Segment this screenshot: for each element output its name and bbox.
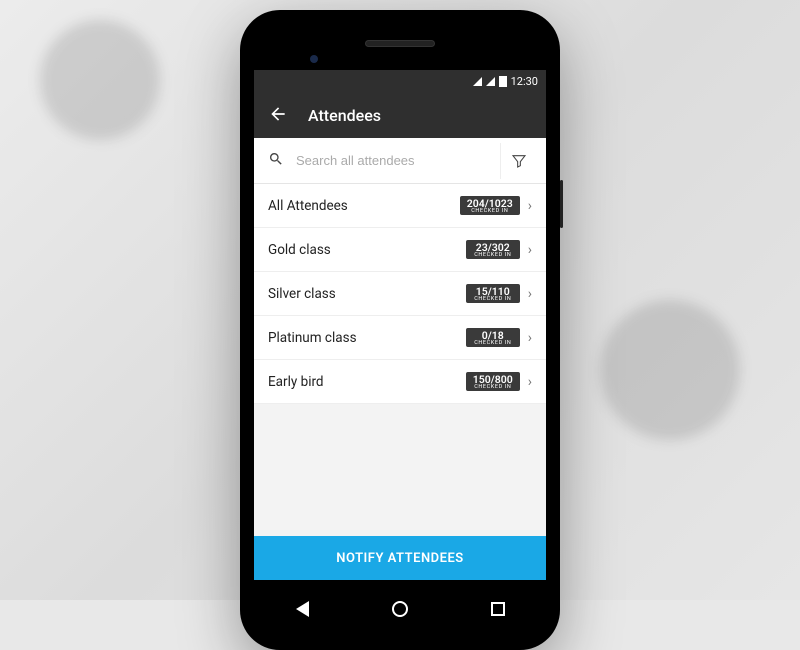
list-item[interactable]: Early bird 150/800 CHECKED IN › [254,360,546,404]
back-button[interactable] [268,104,288,127]
front-camera [310,55,318,63]
category-list: All Attendees 204/1023 CHECKED IN › Gold… [254,184,546,536]
status-bar: 12:30 [254,70,546,92]
square-icon [491,602,505,616]
funnel-icon [511,153,527,169]
speaker-grille [365,40,435,47]
list-item[interactable]: Silver class 15/110 CHECKED IN › [254,272,546,316]
circle-icon [392,601,408,617]
chevron-right-icon: › [528,286,532,302]
nav-back-button[interactable] [296,601,309,617]
search-icon [264,151,288,171]
android-nav-bar [254,586,546,632]
category-label: Platinum class [268,330,466,346]
signal-icon [486,77,495,86]
arrow-left-icon [268,104,288,124]
checkin-badge: 23/302 CHECKED IN [466,240,520,260]
phone-frame: 12:30 Attendees All Attendees 204/1023 C… [240,10,560,650]
category-label: Silver class [268,286,466,302]
checkin-badge: 0/18 CHECKED IN [466,328,520,348]
category-label: Gold class [268,242,466,258]
notify-attendees-button[interactable]: NOTIFY ATTENDEES [254,536,546,580]
checkin-badge: 150/800 CHECKED IN [466,372,520,392]
filter-button[interactable] [500,143,536,179]
search-row [254,138,546,184]
checkin-badge: 15/110 CHECKED IN [466,284,520,304]
triangle-icon [296,601,309,617]
nav-home-button[interactable] [392,601,408,617]
list-item[interactable]: All Attendees 204/1023 CHECKED IN › [254,184,546,228]
power-button [560,180,563,228]
page-title: Attendees [308,106,381,125]
category-label: All Attendees [268,198,460,214]
category-label: Early bird [268,374,466,390]
battery-icon [499,76,507,87]
chevron-right-icon: › [528,198,532,214]
wifi-icon [473,77,482,86]
nav-recent-button[interactable] [491,602,505,616]
clock: 12:30 [511,75,538,88]
checkin-badge: 204/1023 CHECKED IN [460,196,520,216]
chevron-right-icon: › [528,374,532,390]
screen: 12:30 Attendees All Attendees 204/1023 C… [254,70,546,580]
list-item[interactable]: Platinum class 0/18 CHECKED IN › [254,316,546,360]
chevron-right-icon: › [528,330,532,346]
search-input[interactable] [288,153,500,168]
app-bar: Attendees [254,92,546,138]
chevron-right-icon: › [528,242,532,258]
list-item[interactable]: Gold class 23/302 CHECKED IN › [254,228,546,272]
